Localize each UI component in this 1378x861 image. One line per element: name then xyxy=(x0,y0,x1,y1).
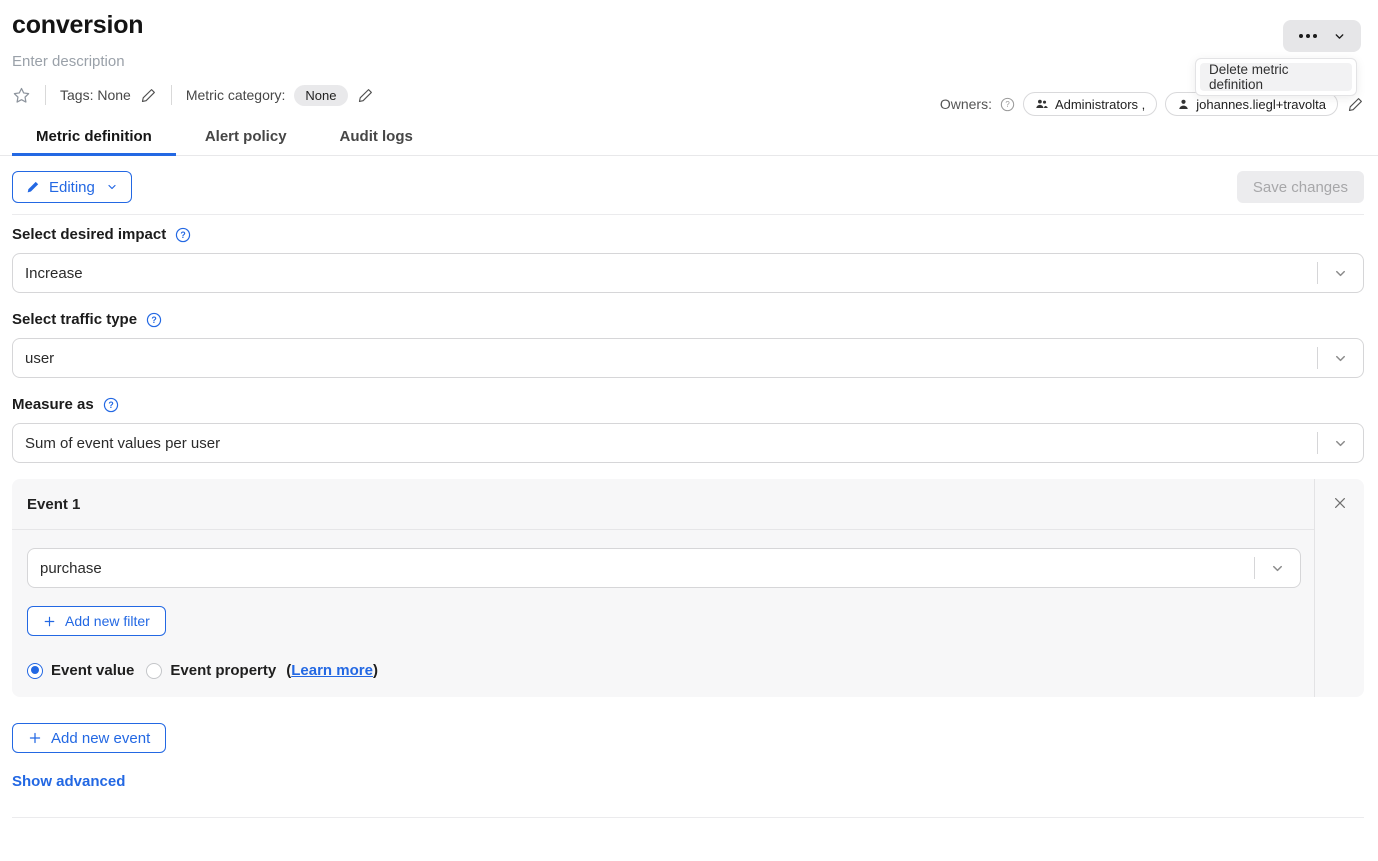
show-advanced-link[interactable]: Show advanced xyxy=(12,773,125,790)
traffic-select-value: user xyxy=(13,350,1317,367)
event-card: Event 1 purchase Add new filter xyxy=(12,479,1364,697)
close-icon[interactable] xyxy=(1332,495,1348,511)
owner-name: johannes.liegl+travolta xyxy=(1196,97,1326,112)
plus-icon xyxy=(43,615,56,628)
impact-select-value: Increase xyxy=(13,265,1317,282)
tab-metric-definition[interactable]: Metric definition xyxy=(12,125,176,155)
svg-text:?: ? xyxy=(181,230,186,240)
group-icon xyxy=(1035,97,1049,111)
tab-audit-logs[interactable]: Audit logs xyxy=(316,125,437,155)
add-filter-button[interactable]: Add new filter xyxy=(27,606,166,636)
plus-icon xyxy=(28,731,42,745)
toolbar: Editing Save changes xyxy=(12,171,1364,203)
help-icon[interactable]: ? xyxy=(103,397,119,413)
divider-horizontal xyxy=(12,214,1364,215)
tags-label: Tags: None xyxy=(60,87,131,103)
traffic-select[interactable]: user xyxy=(12,338,1364,378)
edit-category-icon[interactable] xyxy=(357,87,374,104)
menu-item-delete-metric[interactable]: Delete metric definition xyxy=(1200,63,1352,91)
tab-bar: Metric definition Alert policy Audit log… xyxy=(0,125,1378,156)
event-title: Event 1 xyxy=(12,479,1314,530)
learn-more-link[interactable]: Learn more xyxy=(291,662,373,679)
divider-vertical xyxy=(171,85,172,105)
traffic-label: Select traffic type xyxy=(12,311,137,328)
measure-label-row: Measure as ? xyxy=(12,396,1364,413)
tab-alert-policy[interactable]: Alert policy xyxy=(181,125,311,155)
edit-tags-icon[interactable] xyxy=(140,87,157,104)
chevron-down-icon xyxy=(106,181,118,193)
chevron-down-icon xyxy=(1333,436,1348,451)
ellipsis-icon xyxy=(1299,34,1317,38)
add-event-label: Add new event xyxy=(51,730,150,747)
help-icon[interactable]: ? xyxy=(1000,97,1015,112)
chevron-down-icon xyxy=(1270,561,1285,576)
metric-page: conversion Enter description Tags: None … xyxy=(0,10,1378,818)
measure-select[interactable]: Sum of event values per user xyxy=(12,423,1364,463)
event-name-select[interactable]: purchase xyxy=(27,548,1301,588)
owner-name: Administrators , xyxy=(1055,97,1145,112)
measure-select-value: Sum of event values per user xyxy=(13,435,1317,452)
measure-label: Measure as xyxy=(12,396,94,413)
radio-event-property[interactable] xyxy=(146,663,162,679)
star-icon[interactable] xyxy=(12,86,31,105)
divider-vertical xyxy=(45,85,46,105)
divider-horizontal xyxy=(12,817,1364,818)
impact-label: Select desired impact xyxy=(12,226,166,243)
pencil-icon xyxy=(26,180,40,194)
radio-event-value[interactable] xyxy=(27,663,43,679)
measure-option-row: Event value Event property (Learn more) xyxy=(27,662,1301,679)
description-placeholder[interactable]: Enter description xyxy=(12,53,1364,70)
page-title: conversion xyxy=(12,10,1364,40)
event-name-value: purchase xyxy=(28,560,1254,577)
svg-text:?: ? xyxy=(151,315,156,325)
impact-select[interactable]: Increase xyxy=(12,253,1364,293)
radio-event-property-label[interactable]: Event property xyxy=(170,662,276,679)
metric-category-label: Metric category: xyxy=(186,87,286,103)
edit-owners-icon[interactable] xyxy=(1347,96,1364,113)
svg-text:?: ? xyxy=(1005,100,1010,109)
more-actions-menu: Delete metric definition xyxy=(1195,58,1357,96)
svg-text:?: ? xyxy=(108,400,113,410)
editing-mode-button[interactable]: Editing xyxy=(12,171,132,203)
add-filter-label: Add new filter xyxy=(65,613,150,629)
owner-badge-group: Administrators , xyxy=(1023,92,1157,116)
help-icon[interactable]: ? xyxy=(146,312,162,328)
save-changes-button[interactable]: Save changes xyxy=(1237,171,1364,203)
owners-label: Owners: xyxy=(940,96,992,112)
more-actions-button[interactable] xyxy=(1283,20,1361,52)
radio-event-value-label[interactable]: Event value xyxy=(51,662,134,679)
person-icon xyxy=(1177,98,1190,111)
chevron-down-icon xyxy=(1333,351,1348,366)
impact-label-row: Select desired impact ? xyxy=(12,226,1364,243)
editing-label: Editing xyxy=(49,179,95,196)
chevron-down-icon xyxy=(1333,266,1348,281)
chevron-down-icon[interactable] xyxy=(1333,30,1346,43)
paren-close: ) xyxy=(373,662,378,679)
help-icon[interactable]: ? xyxy=(175,227,191,243)
traffic-label-row: Select traffic type ? xyxy=(12,311,1364,328)
add-event-button[interactable]: Add new event xyxy=(12,723,166,753)
metric-category-badge: None xyxy=(294,85,347,106)
